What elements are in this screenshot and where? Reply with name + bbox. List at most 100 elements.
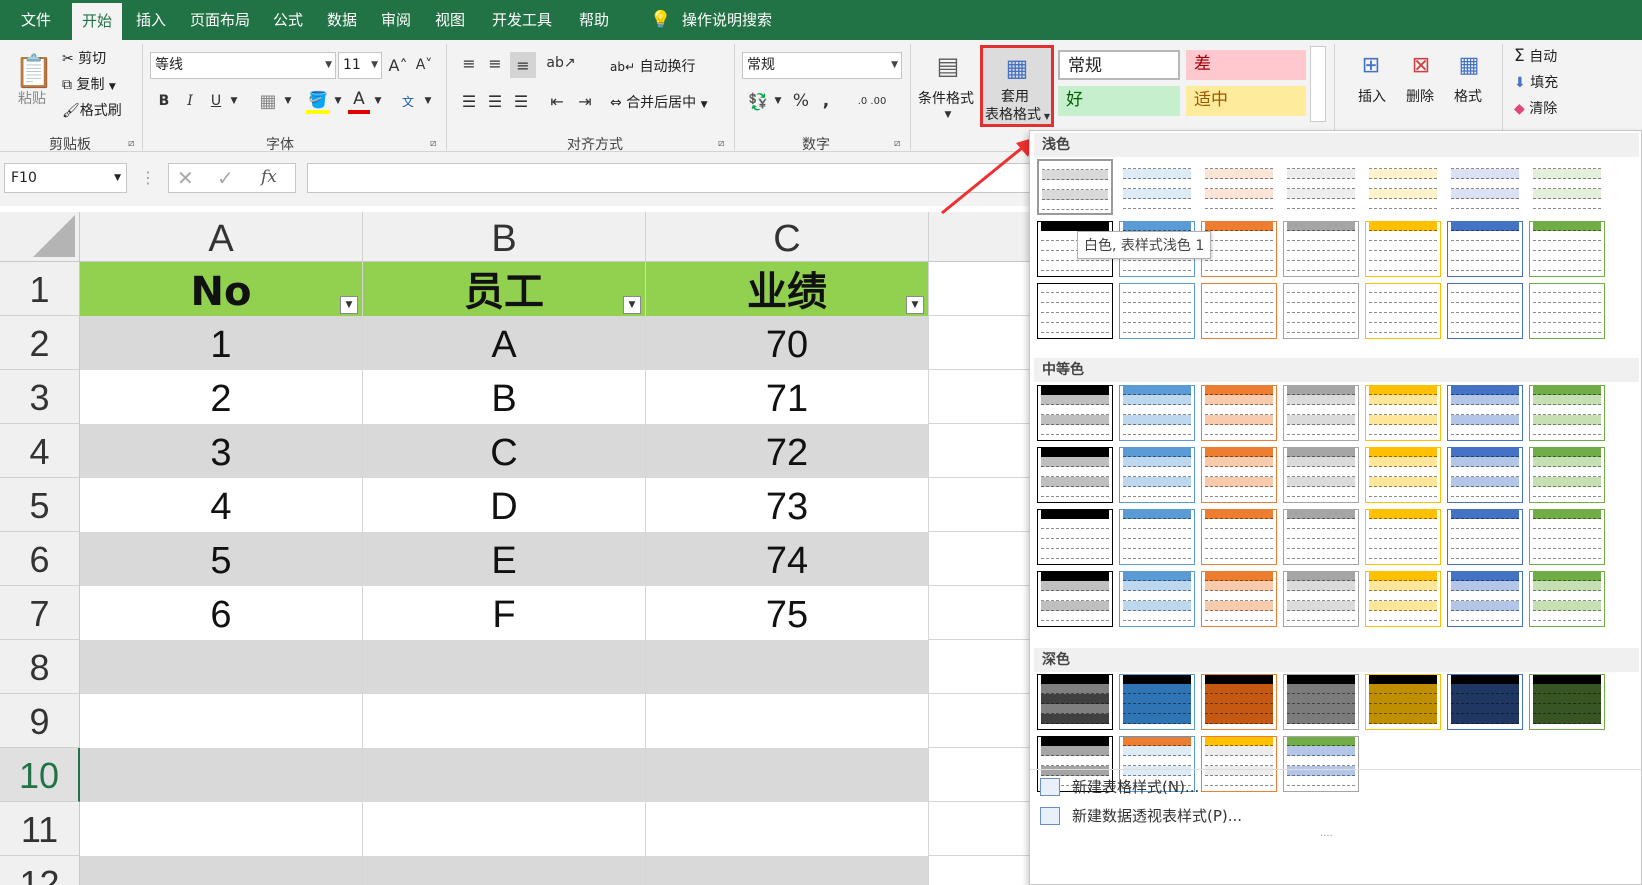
name-box[interactable]: F10 ▼ (4, 163, 127, 193)
table-cell[interactable]: B (363, 370, 646, 424)
table-style-tile[interactable] (1037, 283, 1113, 339)
table-style-tile[interactable] (1283, 674, 1359, 730)
column-header-a[interactable]: A (80, 212, 363, 262)
style-good[interactable]: 好 (1058, 86, 1180, 116)
underline-button[interactable]: U (208, 90, 224, 112)
font-name-combo[interactable]: 等线 ▼ (150, 52, 336, 79)
table-cell[interactable] (80, 856, 363, 885)
row-header-1[interactable]: 1 (0, 262, 80, 316)
table-style-tile[interactable] (1529, 571, 1605, 627)
table-cell[interactable]: D (363, 478, 646, 532)
format-as-table-button[interactable]: ▦ 套用 表格格式 ▼ (980, 45, 1054, 127)
row-header-5[interactable]: 5 (0, 478, 80, 532)
row-header-6[interactable]: 6 (0, 532, 80, 586)
table-style-tile[interactable] (1529, 509, 1605, 565)
table-style-tile[interactable] (1447, 283, 1523, 339)
align-top-icon[interactable]: ≡ (458, 52, 480, 74)
table-cell[interactable]: F (363, 586, 646, 640)
table-style-tile[interactable] (1529, 283, 1605, 339)
new-pivot-style-item[interactable]: 新建数据透视表样式(P)... (1036, 801, 1242, 831)
table-style-tile[interactable] (1529, 447, 1605, 503)
table-cell[interactable] (646, 640, 929, 694)
decrease-indent-icon[interactable]: ⇤ (546, 90, 568, 112)
row-header-11[interactable]: 11 (0, 802, 80, 856)
merge-center-button[interactable]: ⇔ 合并后居中 ▼ (610, 92, 708, 112)
align-middle-icon[interactable]: ≡ (484, 52, 506, 74)
tab-formulas[interactable]: 公式 (266, 0, 310, 40)
chevron-down-icon[interactable]: ▼ (772, 90, 784, 112)
table-style-tile[interactable] (1529, 385, 1605, 441)
table-cell[interactable]: 72 (646, 424, 929, 478)
table-cell[interactable] (80, 802, 363, 856)
tab-file[interactable]: 文件 (6, 0, 66, 40)
fill-color-icon[interactable]: 🪣 (306, 88, 330, 114)
cancel-icon[interactable]: ✕ (177, 166, 194, 190)
table-style-tile[interactable] (1037, 674, 1113, 730)
conditional-format-icon[interactable]: ▤ (930, 48, 966, 84)
tab-home[interactable]: 开始 (72, 3, 122, 40)
table-style-tile[interactable] (1283, 159, 1359, 215)
table-cell[interactable]: 2 (80, 370, 363, 424)
font-size-combo[interactable]: 11 ▼ (338, 52, 382, 79)
style-gallery-scroll[interactable] (1310, 46, 1326, 122)
column-header-b[interactable]: B (363, 212, 646, 262)
table-cell[interactable] (646, 694, 929, 748)
clipboard-launcher-icon[interactable]: ⧄ (128, 138, 134, 149)
table-cell[interactable] (646, 856, 929, 885)
tab-insert[interactable]: 插入 (128, 0, 174, 40)
row-header-12[interactable]: 12 (0, 856, 80, 885)
table-style-tile[interactable] (1447, 674, 1523, 730)
table-style-tile[interactable] (1037, 447, 1113, 503)
tab-review[interactable]: 审阅 (374, 0, 418, 40)
font-color-icon[interactable]: A (348, 88, 370, 114)
table-style-tile[interactable] (1447, 221, 1523, 277)
table-cell[interactable]: 75 (646, 586, 929, 640)
filter-dropdown-icon[interactable]: ▼ (340, 296, 358, 314)
table-style-tile[interactable] (1447, 509, 1523, 565)
tab-view[interactable]: 视图 (428, 0, 472, 40)
row-header-7[interactable]: 7 (0, 586, 80, 640)
table-cell[interactable]: 70 (646, 316, 929, 370)
insert-cells-button[interactable]: 插入 (1358, 86, 1386, 106)
table-style-tile[interactable] (1447, 385, 1523, 441)
table-cell[interactable]: 4 (80, 478, 363, 532)
table-style-tile[interactable] (1283, 447, 1359, 503)
table-style-tile[interactable] (1201, 571, 1277, 627)
table-cell[interactable] (646, 802, 929, 856)
chevron-down-icon[interactable]: ▼ (332, 90, 344, 112)
align-right-icon[interactable]: ☰ (510, 90, 532, 112)
table-cell[interactable]: A (363, 316, 646, 370)
table-style-tile[interactable] (1529, 674, 1605, 730)
chevron-down-icon[interactable]: ▼ (422, 90, 434, 112)
row-header-3[interactable]: 3 (0, 370, 80, 424)
table-style-tile[interactable] (1201, 447, 1277, 503)
grow-font-icon[interactable]: A˄ (388, 54, 408, 76)
table-style-tile[interactable] (1119, 283, 1195, 339)
table-cell[interactable]: 6 (80, 586, 363, 640)
table-style-tile[interactable] (1037, 509, 1113, 565)
wrap-text-button[interactable]: ab↵ 自动换行 (610, 56, 695, 76)
shrink-font-icon[interactable]: A˅ (414, 54, 434, 76)
table-style-tile[interactable] (1365, 283, 1441, 339)
table-style-tile[interactable] (1365, 385, 1441, 441)
percent-button[interactable]: % (790, 90, 812, 112)
table-cell[interactable]: 71 (646, 370, 929, 424)
table-style-tile[interactable] (1365, 571, 1441, 627)
table-cell[interactable] (363, 802, 646, 856)
table-style-tile[interactable] (1529, 159, 1605, 215)
row-header-9[interactable]: 9 (0, 694, 80, 748)
style-bad[interactable]: 差 (1186, 50, 1306, 80)
copy-button[interactable]: ⧉ 复制 ▼ (62, 74, 116, 94)
tab-data[interactable]: 数据 (320, 0, 364, 40)
border-icon[interactable]: ▦ (256, 90, 280, 112)
table-cell[interactable] (80, 640, 363, 694)
row-header-10[interactable]: 10 (0, 748, 80, 802)
bold-button[interactable]: B (156, 90, 172, 112)
align-bottom-icon[interactable]: ≡ (510, 52, 536, 78)
table-cell[interactable]: 74 (646, 532, 929, 586)
row-header-4[interactable]: 4 (0, 424, 80, 478)
chevron-down-icon[interactable]: ▼ (372, 90, 384, 112)
style-neutral[interactable]: 适中 (1186, 86, 1306, 116)
autosum-button[interactable]: Σ 自动 (1514, 46, 1557, 66)
table-cell[interactable] (80, 748, 363, 802)
